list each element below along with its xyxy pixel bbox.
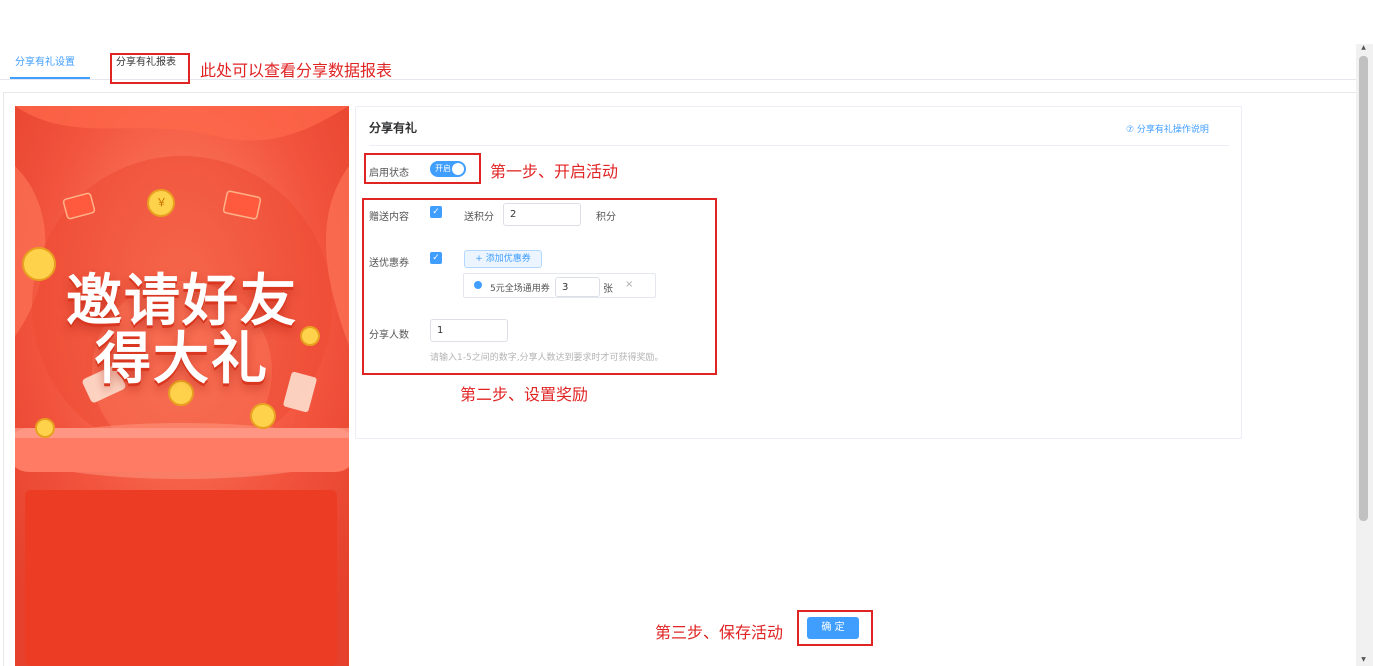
scroll-up-arrow[interactable]: ▲ xyxy=(1359,44,1368,52)
tab-share-settings[interactable]: 分享有礼设置 xyxy=(15,56,75,70)
coin-icon: ￥ xyxy=(156,196,167,209)
remove-coupon-icon[interactable]: × xyxy=(625,279,633,290)
points-input[interactable] xyxy=(503,203,581,226)
coupon-name: 5元全场通用券 xyxy=(490,284,550,294)
card-divider xyxy=(369,145,1229,146)
confirm-button[interactable]: 确 定 xyxy=(807,617,859,639)
help-link[interactable]: ⑦ 分享有礼操作说明 xyxy=(1126,122,1209,135)
coupon-label: 送优惠券 xyxy=(369,258,409,269)
annotation-step2: 第二步、设置奖励 xyxy=(460,385,589,404)
points-unit: 积分 xyxy=(596,212,616,223)
annotation-report-hint: 此处可以查看分享数据报表 xyxy=(200,61,393,80)
gift-content-label: 赠送内容 xyxy=(369,212,409,223)
poster-title-line2: 得大礼 xyxy=(95,327,269,392)
share-count-label: 分享人数 xyxy=(369,330,409,341)
coupon-quantity-input[interactable] xyxy=(555,277,600,297)
annotation-box-report-tab xyxy=(110,53,190,84)
annotation-box-step1 xyxy=(364,153,481,184)
coupon-dot-icon xyxy=(474,281,482,289)
annotation-step1: 第一步、开启活动 xyxy=(490,162,619,181)
coupon-checkbox[interactable]: ✓ xyxy=(430,252,442,264)
points-label: 送积分 xyxy=(464,212,494,223)
share-count-hint: 请输入1-5之间的数字,分享人数达到要求时才可获得奖励。 xyxy=(430,353,664,363)
points-checkbox[interactable]: ✓ xyxy=(430,206,442,218)
scrollbar-thumb[interactable] xyxy=(1359,56,1368,521)
scroll-down-arrow[interactable]: ▼ xyxy=(1359,656,1368,664)
share-count-input[interactable] xyxy=(430,319,508,342)
coupon-unit: 张 xyxy=(603,284,613,295)
card-title: 分享有礼 xyxy=(369,121,418,135)
annotation-step3: 第三步、保存活动 xyxy=(655,623,784,642)
poster-bottom-panel xyxy=(25,490,337,666)
active-tab-indicator xyxy=(10,77,90,79)
add-coupon-button[interactable]: + 添加优惠券 xyxy=(464,250,542,268)
